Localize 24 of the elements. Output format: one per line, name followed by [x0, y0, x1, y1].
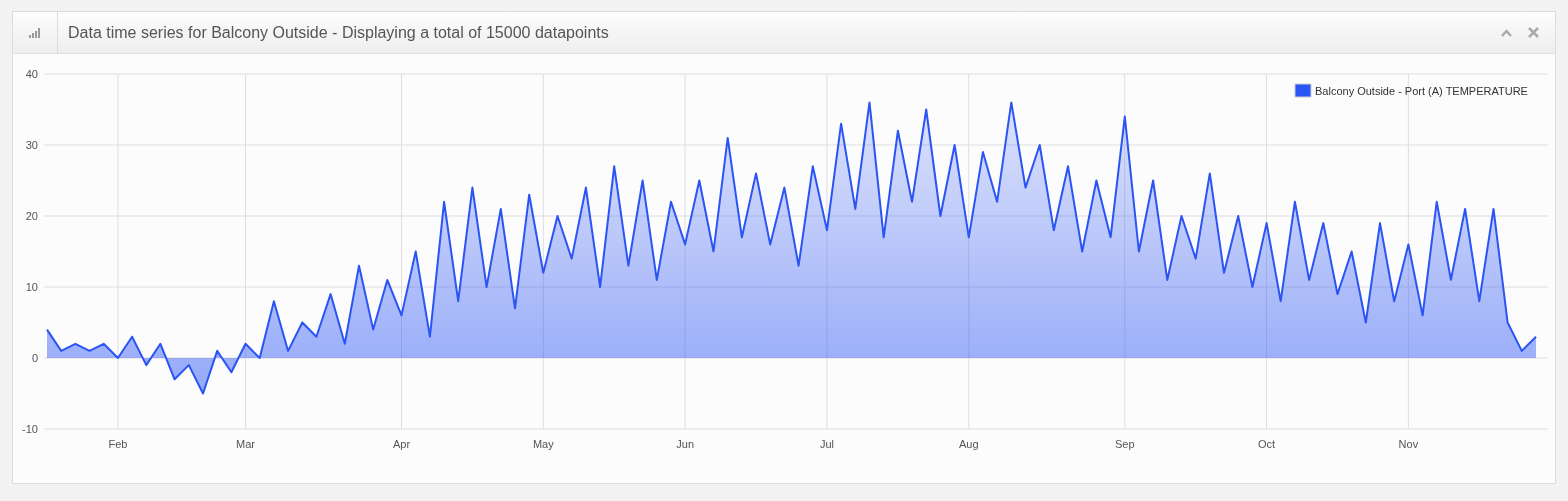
x-axis-label: Sep: [1114, 438, 1135, 450]
x-axis-label: Apr: [392, 438, 411, 450]
y-axis-label: 20: [25, 210, 38, 222]
y-axis-label: 30: [25, 139, 38, 151]
y-axis-label: 10: [25, 281, 38, 293]
x-axis-label: Mar: [236, 438, 255, 450]
legend: Balcony Outside - Port (A) TEMPERATURE: [1294, 83, 1528, 98]
y-axis-label: -10: [22, 423, 38, 435]
y-axis-label: 40: [25, 68, 38, 80]
x-axis-label: May: [532, 438, 554, 450]
legend-label: Balcony Outside - Port (A) TEMPERATURE: [1315, 85, 1528, 97]
y-axis-label: 0: [31, 352, 38, 364]
close-button[interactable]: [1528, 27, 1539, 38]
x-axis-label: Aug: [958, 438, 979, 450]
signal-bars-icon: [29, 27, 41, 38]
panel-title: Data time series for Balcony Outside - Displaying a total of 15000 datapoints: [68, 22, 609, 43]
collapse-button[interactable]: [1501, 28, 1512, 37]
x-axis-label: Nov: [1398, 438, 1419, 450]
x-axis-label: Oct: [1258, 438, 1276, 450]
x-axis-label: Jul: [819, 438, 834, 450]
close-icon: [1528, 27, 1539, 38]
x-axis-label: Jun: [676, 438, 694, 450]
chevron-up-icon: [1501, 28, 1512, 37]
x-axis-label: Feb: [108, 438, 128, 450]
